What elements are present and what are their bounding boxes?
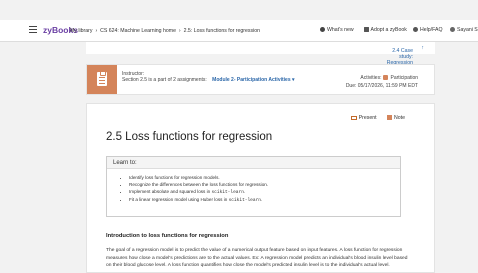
hamburger-menu-icon[interactable] [29, 26, 37, 33]
learning-objectives-heading: Learn to: [107, 157, 400, 169]
note-button[interactable]: Note [387, 115, 405, 121]
instructor-assignment-card: Instructor: Section 2.5 is a part of 2 a… [86, 64, 435, 95]
participation-icon [383, 75, 389, 80]
help-faq-link[interactable]: Help/FAQ [413, 27, 443, 33]
new-icon [320, 27, 325, 32]
intro-paragraph: The goal of a regression model is to pre… [106, 248, 408, 268]
present-button[interactable]: Present [350, 115, 377, 121]
section-actions: Present Note [342, 115, 405, 121]
learning-objectives-list: Identify loss functions for regression m… [129, 175, 400, 203]
adopt-zybook-link[interactable]: Adopt a zyBook [364, 27, 407, 33]
note-icon [387, 115, 393, 120]
breadcrumb-current-section: 2.5: Loss functions for regression [183, 27, 261, 34]
activities-info: Activities: Participation [360, 75, 418, 81]
breadcrumb: My library › CS 624: Machine Learning ho… [70, 28, 260, 34]
assignment-summary: Section 2.5 is a part of 2 assignments: … [122, 77, 295, 83]
intro-heading: Introduction to loss functions for regre… [106, 233, 229, 239]
objective-item: Implement absolute and squared loss in s… [129, 189, 400, 195]
previous-section-link[interactable]: ↑ 2.4 Case study: Regression models for … [387, 45, 424, 84]
objective-item: Recognize the differences between the lo… [129, 182, 400, 187]
objective-item: Identify loss functions for regression m… [129, 175, 400, 180]
due-date: Due: 05/17/2026, 11:59 PM EDT [345, 83, 418, 89]
assignment-badge [87, 65, 117, 94]
breadcrumb-course-home[interactable]: CS 624: Machine Learning home [100, 28, 176, 34]
module-dropdown[interactable]: Module 2- Participation Activities ▾ [212, 77, 294, 83]
whats-new-link[interactable]: What's new [320, 27, 354, 33]
previous-section-bar: ↑ 2.4 Case study: Regression models for … [86, 42, 435, 84]
learning-objectives-box: Learn to: Identify loss functions for re… [106, 156, 401, 217]
help-icon [413, 27, 418, 32]
top-navigation-bar: zyBooks My library › CS 624: Machine Lea… [0, 20, 478, 42]
breadcrumb-my-library[interactable]: My library [70, 28, 92, 34]
user-menu[interactable]: Sayani S [450, 27, 478, 33]
account-icon [450, 27, 455, 32]
breadcrumb-separator-icon: › [95, 27, 98, 34]
section-content-card: Present Note 2.5 Loss functions for regr… [86, 103, 435, 273]
present-icon [350, 115, 357, 120]
section-title: 2.5 Loss functions for regression [106, 131, 273, 143]
clipboard-icon [97, 70, 107, 86]
book-icon [364, 27, 369, 32]
breadcrumb-separator-icon: › [178, 27, 181, 34]
objective-item: Fit a linear regression model using Hube… [129, 197, 400, 203]
